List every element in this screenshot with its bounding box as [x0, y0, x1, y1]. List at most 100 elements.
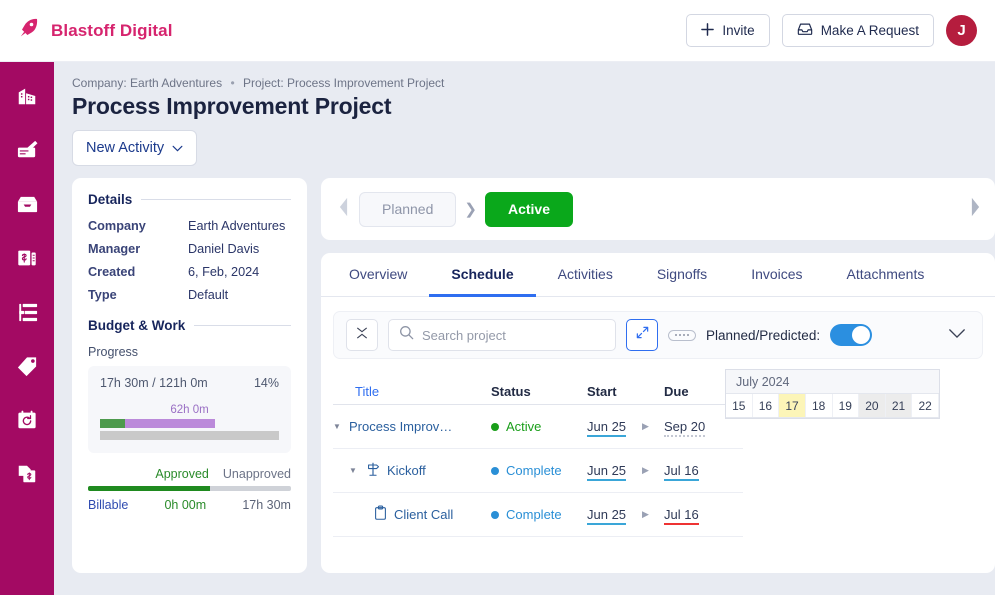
column-header-due[interactable]: Due [664, 384, 724, 399]
stepper-next-button[interactable] [965, 194, 985, 224]
row-title[interactable]: Kickoff [387, 463, 426, 478]
table-row[interactable]: Client Call Complete Jun 25 ▶ [333, 493, 743, 537]
chevron-down-icon [948, 326, 966, 343]
brand[interactable]: Blastoff Digital [16, 15, 173, 46]
progress-bar-forecast [125, 419, 215, 428]
gantt-row[interactable] [726, 418, 939, 419]
tab-label: Activities [558, 266, 613, 282]
status-label: Complete [506, 507, 562, 522]
stepper-prev-button[interactable] [333, 194, 353, 224]
collapse-all-button[interactable] [346, 319, 378, 351]
sidebar-item-billing[interactable] [7, 454, 47, 494]
search-icon [399, 325, 414, 345]
due-date[interactable]: Jul 16 [664, 507, 699, 525]
brand-name: Blastoff Digital [51, 21, 173, 41]
step-active[interactable]: Active [485, 192, 573, 227]
progress-bar-actual [100, 419, 125, 428]
gantt-day[interactable]: 16 [753, 394, 780, 417]
table-row[interactable]: ▼ Process Improv… Active Jun 25 [333, 405, 743, 449]
search-box[interactable] [388, 319, 616, 351]
tab-invoices[interactable]: Invoices [729, 253, 824, 297]
expand-view-button[interactable] [626, 319, 658, 351]
details-panel: Details Company Earth Adventures Manager… [72, 178, 307, 573]
detail-row-created: Created 6, Feb, 2024 [88, 265, 291, 279]
stepper-steps: Planned ❯ Active [359, 192, 573, 227]
toolbar-more-button[interactable] [944, 326, 970, 344]
tab-activities[interactable]: Activities [536, 253, 635, 297]
top-bar: Blastoff Digital Invite Make A Request [0, 0, 995, 62]
row-due-cell: Jul 16 [664, 463, 724, 478]
tab-overview[interactable]: Overview [327, 253, 429, 297]
gantt-day[interactable]: 18 [806, 394, 833, 417]
page-header: Company: Earth Adventures • Project: Pro… [54, 62, 995, 166]
chevron-down-icon [172, 140, 183, 156]
column-header-start[interactable]: Start [587, 384, 642, 399]
sidebar-item-tags[interactable] [7, 346, 47, 386]
tag-icon [16, 355, 39, 378]
breadcrumb: Company: Earth Adventures • Project: Pro… [72, 76, 995, 90]
detail-label: Company [88, 219, 188, 233]
date-arrow-icon: ▶ [642, 421, 664, 432]
gantt-day[interactable]: 19 [833, 394, 860, 417]
breadcrumb-project[interactable]: Project: Process Improvement Project [243, 76, 444, 90]
tab-label: Signoffs [657, 266, 707, 282]
detail-label: Created [88, 265, 188, 279]
section-divider [194, 325, 291, 326]
planned-predicted-toggle[interactable] [830, 324, 872, 346]
column-header-status[interactable]: Status [491, 384, 587, 399]
due-date[interactable]: Jul 16 [664, 463, 699, 481]
search-input[interactable] [422, 328, 605, 343]
approval-legend: Approved Unapproved [88, 467, 291, 481]
gantt-day-weekend[interactable]: 20 [859, 394, 886, 417]
progress-bar-total [100, 431, 279, 440]
start-date[interactable]: Jun 25 [587, 463, 626, 481]
detail-label: Type [88, 288, 188, 302]
progress-box: 17h 30m / 121h 0m 14% 62h 0m [88, 366, 291, 453]
due-date[interactable]: Sep 20 [664, 419, 705, 437]
sidebar-item-projects[interactable] [7, 292, 47, 332]
table-header: Title Status Start Due [333, 369, 743, 405]
status-dot [491, 467, 499, 475]
status-label: Complete [506, 463, 562, 478]
tab-signoffs[interactable]: Signoffs [635, 253, 729, 297]
gantt-day-weekend[interactable]: 21 [886, 394, 913, 417]
table-row[interactable]: ▼ Kickoff [333, 449, 743, 493]
sidebar-item-recurring[interactable] [7, 400, 47, 440]
gantt-day-today[interactable]: 17 [779, 394, 806, 417]
caret-down-icon[interactable]: ▼ [333, 422, 343, 431]
gantt-day[interactable]: 22 [912, 394, 939, 417]
caret-left-icon [338, 197, 349, 222]
breadcrumb-company[interactable]: Company: Earth Adventures [72, 76, 222, 90]
sidebar-item-company[interactable] [7, 76, 47, 116]
details-section-header: Details [88, 192, 291, 207]
progress-label: Progress [88, 345, 291, 359]
step-planned[interactable]: Planned [359, 192, 456, 227]
approval-bar [88, 486, 291, 491]
detail-row-manager: Manager Daniel Davis [88, 242, 291, 256]
billable-label: Billable [88, 498, 128, 512]
progress-summary: 17h 30m / 121h 0m 14% [100, 376, 279, 390]
row-title[interactable]: Process Improv… [349, 419, 452, 434]
rocket-icon [16, 15, 42, 46]
caret-down-icon[interactable]: ▼ [349, 466, 359, 475]
sidebar-item-invoices[interactable] [7, 238, 47, 278]
schedule-card: Overview Schedule Activities Signoffs In… [321, 253, 995, 573]
start-date[interactable]: Jun 25 [587, 507, 626, 525]
status-stepper: Planned ❯ Active [321, 178, 995, 240]
make-request-button[interactable]: Make A Request [782, 14, 934, 47]
tab-schedule[interactable]: Schedule [429, 253, 535, 297]
new-activity-button[interactable]: New Activity [72, 130, 197, 166]
avatar[interactable]: J [946, 15, 977, 46]
row-title[interactable]: Client Call [394, 507, 453, 522]
sidebar-item-inbox[interactable] [7, 184, 47, 224]
invite-button[interactable]: Invite [686, 14, 769, 47]
status-dot [491, 423, 499, 431]
sidebar-item-signoffs[interactable] [7, 130, 47, 170]
tab-attachments[interactable]: Attachments [825, 253, 947, 297]
gantt-day[interactable]: 15 [726, 394, 753, 417]
unapproved-label: Unapproved [223, 467, 291, 481]
start-date[interactable]: Jun 25 [587, 419, 626, 437]
column-header-title[interactable]: Title [333, 384, 491, 399]
row-title-cell: ▼ Process Improv… [333, 419, 491, 434]
planned-predicted-label: Planned/Predicted: [706, 328, 820, 343]
